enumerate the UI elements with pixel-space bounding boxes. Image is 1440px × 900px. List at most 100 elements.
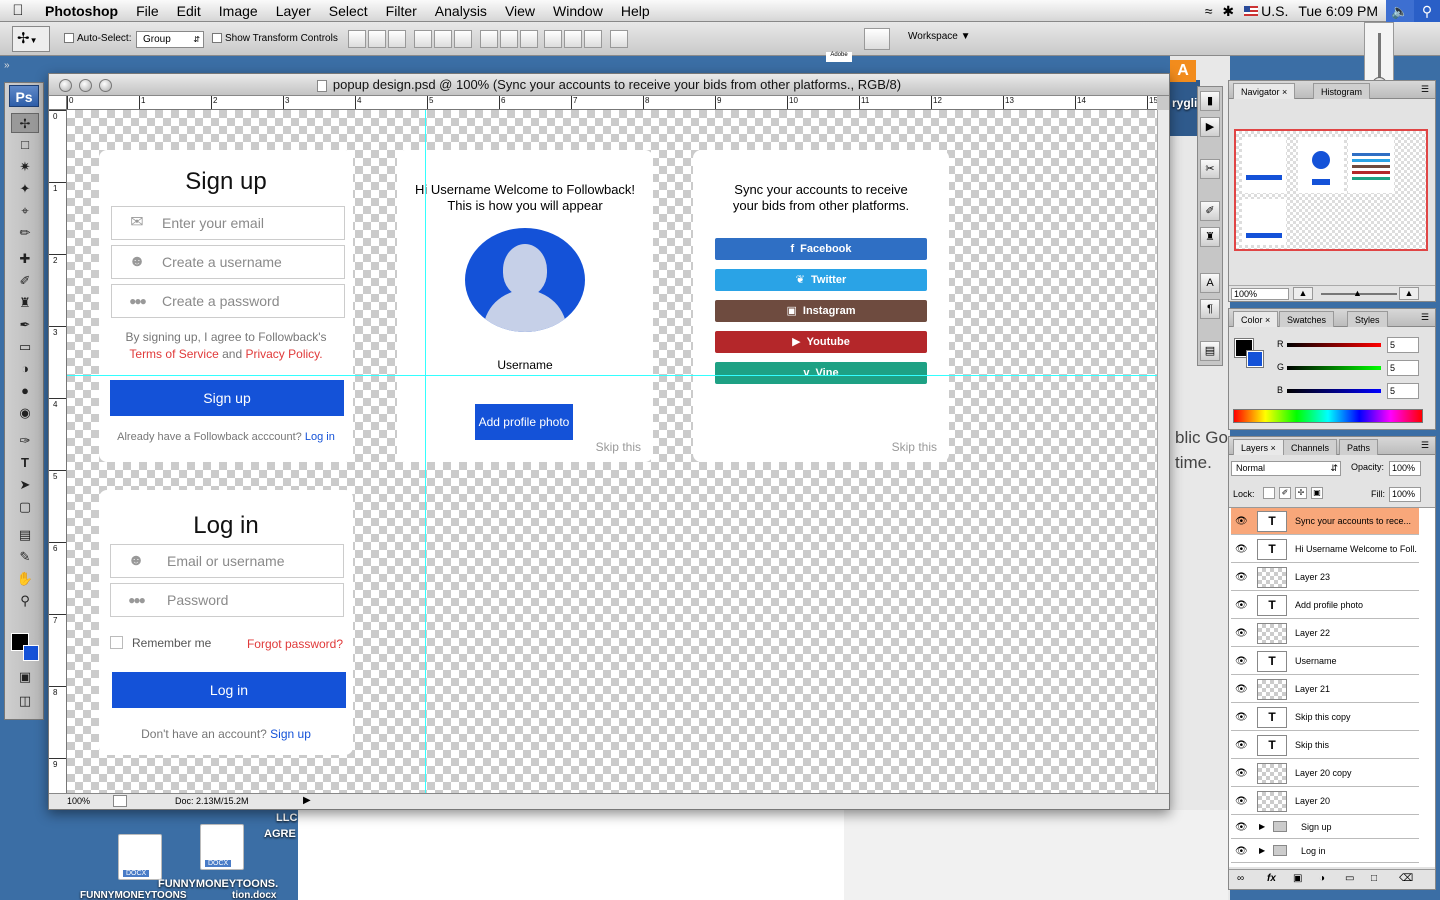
- bridge-button[interactable]: [864, 28, 890, 50]
- actions-panel-icon[interactable]: ▶: [1200, 117, 1220, 137]
- sync-skip-link[interactable]: Skip this: [892, 440, 937, 454]
- adjustment-layer-icon[interactable]: ◑: [1319, 873, 1325, 884]
- eye-icon[interactable]: 👁: [1235, 600, 1248, 611]
- navigator-preview[interactable]: [1234, 129, 1428, 251]
- flag-icon[interactable]: [1244, 6, 1259, 16]
- trash-icon[interactable]: ⌫: [1399, 873, 1413, 884]
- new-group-icon[interactable]: ▭: [1345, 873, 1354, 884]
- panel-menu-icon[interactable]: ☰: [1421, 84, 1429, 95]
- tab-styles[interactable]: Styles: [1347, 311, 1388, 327]
- distribute-left-button[interactable]: [544, 30, 562, 48]
- volume-icon[interactable]: 🔈: [1386, 0, 1414, 22]
- distribute-hcenter-button[interactable]: [564, 30, 582, 48]
- layer-row[interactable]: 👁 T Sync your accounts to rece...: [1231, 508, 1419, 535]
- layer-comps-icon[interactable]: ▤: [1200, 341, 1220, 361]
- blend-mode-dropdown[interactable]: Normal ⇵: [1231, 461, 1341, 476]
- menubar-clock[interactable]: Tue 6:09 PM: [1298, 3, 1378, 19]
- eye-icon[interactable]: 👁: [1235, 544, 1248, 555]
- desktop-file-label-3[interactable]: tion.docx: [232, 890, 276, 900]
- marquee-tool-icon[interactable]: □: [11, 135, 39, 155]
- layer-row[interactable]: 👁 Layer 21: [1231, 676, 1419, 703]
- link-layers-icon[interactable]: ∞: [1237, 873, 1244, 884]
- layer-row[interactable]: 👁 Layer 23: [1231, 564, 1419, 591]
- signup-button[interactable]: Sign up: [110, 380, 344, 416]
- history-brush-tool-icon[interactable]: ✒: [11, 315, 39, 335]
- lasso-tool-icon[interactable]: ✷: [11, 157, 39, 177]
- align-bottom-button[interactable]: [388, 30, 406, 48]
- collapse-tools-icon[interactable]: »: [4, 60, 20, 76]
- menu-edit[interactable]: Edit: [168, 0, 210, 22]
- layer-row[interactable]: 👁 Layer 22: [1231, 620, 1419, 647]
- zoom-out-icon[interactable]: ▲: [1293, 287, 1313, 300]
- ruler-origin[interactable]: [49, 96, 67, 110]
- distribute-bottom-button[interactable]: [520, 30, 538, 48]
- zoom-in-icon[interactable]: ▲: [1399, 287, 1419, 300]
- forgot-password-link[interactable]: Forgot password?: [247, 637, 343, 651]
- distribute-right-button[interactable]: [584, 30, 602, 48]
- auto-select-checkbox[interactable]: Auto-Select:: [64, 33, 131, 44]
- brush-tool-icon[interactable]: ✐: [11, 271, 39, 291]
- close-icon[interactable]: ×: [1271, 443, 1276, 453]
- align-vcenter-button[interactable]: [368, 30, 386, 48]
- youtube-button[interactable]: ▶ Youtube: [715, 331, 927, 353]
- hand-tool-icon[interactable]: ✋: [11, 569, 39, 589]
- status-page-icon[interactable]: [113, 795, 127, 807]
- blur-tool-icon[interactable]: ●: [11, 381, 39, 401]
- layer-group-row[interactable]: 👁 ▶ Log in: [1231, 840, 1419, 863]
- remember-me-checkbox[interactable]: [110, 636, 123, 649]
- layer-row[interactable]: 👁 T Hi Username Welcome to Foll...: [1231, 536, 1419, 563]
- eye-icon[interactable]: 👁: [1235, 796, 1248, 807]
- quick-mask-icon[interactable]: ▣: [11, 667, 39, 687]
- instagram-button[interactable]: ▣ Instagram: [715, 300, 927, 322]
- signup-password-field[interactable]: ●●● Create a password: [111, 284, 345, 318]
- tab-histogram[interactable]: Histogram: [1313, 83, 1371, 99]
- eyedropper-tool-icon[interactable]: ✏: [11, 223, 39, 243]
- shape-tool-icon[interactable]: ▢: [11, 497, 39, 517]
- guide-vertical[interactable]: [425, 110, 426, 793]
- signup-username-field[interactable]: ☻ Create a username: [111, 245, 345, 279]
- distribute-top-button[interactable]: [480, 30, 498, 48]
- document-title-bar[interactable]: popup design.psd @ 100% (Sync your accou…: [49, 74, 1169, 96]
- history-panel-icon[interactable]: ▮: [1200, 91, 1220, 111]
- login-password-field[interactable]: ●●● Password: [110, 583, 344, 617]
- vertical-ruler[interactable]: 0 1 2 3 4 5 6 7 8 9: [49, 110, 67, 793]
- clone-source-icon[interactable]: ♜: [1200, 227, 1220, 247]
- workspace-menu[interactable]: Workspace ▼: [908, 31, 971, 42]
- lock-image-icon[interactable]: ✐: [1279, 487, 1291, 499]
- layer-row[interactable]: 👁 T Username: [1231, 648, 1419, 675]
- terms-link[interactable]: Terms of Service: [129, 347, 218, 361]
- document-canvas[interactable]: Sign up ✉ Enter your email ☻ Create a user…: [67, 110, 1157, 793]
- background-color-swatch[interactable]: [23, 645, 39, 661]
- eyedropper-sample-tool-icon[interactable]: ✎: [11, 547, 39, 567]
- magic-wand-tool-icon[interactable]: ✦: [11, 179, 39, 199]
- distribute-vcenter-button[interactable]: [500, 30, 518, 48]
- docx-file-icon[interactable]: DOCX: [118, 834, 162, 880]
- twitter-button[interactable]: ❦ Twitter: [715, 269, 927, 291]
- signup-login-link[interactable]: Log in: [305, 431, 335, 443]
- menu-file[interactable]: File: [127, 0, 168, 22]
- b-slider[interactable]: [1287, 389, 1381, 393]
- tab-channels[interactable]: Channels: [1283, 439, 1338, 455]
- zoom-slider-knob[interactable]: ▲: [1353, 288, 1362, 298]
- character-panel-icon[interactable]: A: [1200, 273, 1220, 293]
- bluetooth-icon[interactable]: ✱: [1222, 3, 1234, 20]
- window-minimize-button[interactable]: [79, 79, 92, 92]
- eye-icon[interactable]: 👁: [1235, 628, 1248, 639]
- move-tool-preset[interactable]: ✢▼: [12, 26, 50, 52]
- dodge-tool-icon[interactable]: ◉: [11, 403, 39, 423]
- menu-analysis[interactable]: Analysis: [426, 0, 496, 22]
- zoom-tool-icon[interactable]: ⚲: [11, 591, 39, 611]
- g-value-input[interactable]: 5: [1387, 360, 1419, 376]
- add-mask-icon[interactable]: ▣: [1293, 873, 1302, 884]
- status-arrow-icon[interactable]: ▶: [303, 795, 311, 806]
- window-close-button[interactable]: [59, 79, 72, 92]
- brushes-panel-icon[interactable]: ✐: [1200, 201, 1220, 221]
- facebook-button[interactable]: f Facebook: [715, 238, 927, 260]
- tab-color[interactable]: Color ×: [1233, 311, 1279, 327]
- signup-email-field[interactable]: ✉ Enter your email: [111, 206, 345, 240]
- welcome-skip-link[interactable]: Skip this: [596, 440, 641, 454]
- horizontal-ruler[interactable]: 0123456789101112131415: [67, 96, 1157, 110]
- tab-navigator[interactable]: Navigator ×: [1233, 83, 1296, 99]
- close-icon[interactable]: ×: [1282, 87, 1287, 97]
- tab-swatches[interactable]: Swatches: [1279, 311, 1335, 327]
